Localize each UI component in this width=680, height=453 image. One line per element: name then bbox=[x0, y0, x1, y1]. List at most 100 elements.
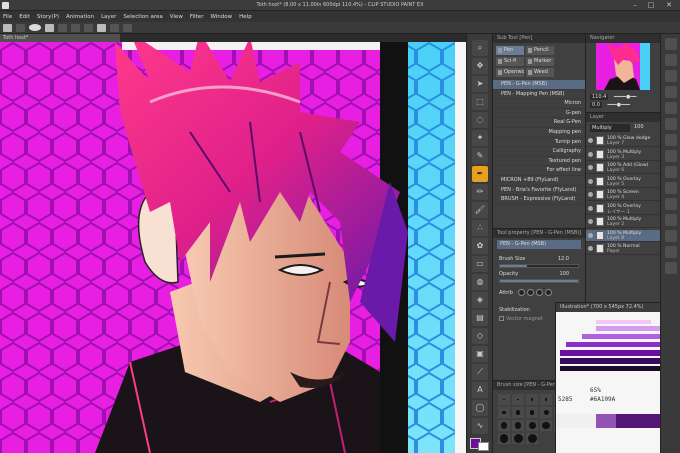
brush-item[interactable]: G-pen bbox=[493, 109, 585, 119]
opacity-slider[interactable] bbox=[499, 279, 579, 283]
decoration-tool-icon[interactable]: ✿ bbox=[472, 238, 488, 254]
panel-icon[interactable] bbox=[665, 54, 677, 66]
brush-size-preset[interactable] bbox=[540, 394, 552, 405]
pencil-tool-icon[interactable]: ✏ bbox=[472, 184, 488, 200]
correct-line-tool-icon[interactable]: ∿ bbox=[472, 418, 488, 434]
auto-select-tool-icon[interactable]: ✦ bbox=[472, 130, 488, 146]
sub-color-swatch[interactable] bbox=[478, 442, 489, 451]
menu-view[interactable]: View bbox=[170, 14, 183, 20]
navigator-preview[interactable] bbox=[596, 43, 650, 90]
close-button[interactable]: ✕ bbox=[662, 1, 676, 10]
menu-selection-area[interactable]: Selection area bbox=[123, 14, 162, 20]
undo-icon[interactable] bbox=[71, 23, 80, 32]
brush-size-preset[interactable] bbox=[526, 420, 538, 431]
brush-size-preset[interactable] bbox=[498, 433, 510, 444]
layer-row[interactable]: 100 % Normal Paper bbox=[586, 243, 661, 255]
attrib-dot-icon[interactable] bbox=[518, 289, 526, 296]
subtool-tab-scifi[interactable]: Sci-fi bbox=[496, 57, 524, 66]
subtool-tab-marker[interactable]: Marker bbox=[526, 57, 554, 66]
brush-size-preset[interactable] bbox=[526, 394, 538, 405]
fill-icon[interactable] bbox=[123, 23, 132, 32]
eye-icon[interactable] bbox=[588, 205, 593, 211]
select-tool-icon[interactable]: ⬚ bbox=[472, 94, 488, 110]
eye-icon[interactable] bbox=[588, 232, 593, 238]
panel-icon[interactable] bbox=[665, 134, 677, 146]
pen-tool-icon[interactable]: ✒ bbox=[472, 166, 488, 182]
layer-row[interactable]: 100 % Multiply Layer 2 bbox=[586, 216, 661, 228]
panel-icon[interactable] bbox=[665, 198, 677, 210]
panel-icon[interactable] bbox=[665, 70, 677, 82]
save-icon[interactable] bbox=[58, 23, 67, 32]
brush-tool-icon[interactable]: 🖌 bbox=[472, 202, 488, 218]
subtool-tab-weed[interactable]: Weed bbox=[526, 68, 554, 77]
brush-item[interactable]: For effect line bbox=[493, 166, 585, 176]
layer-row[interactable]: 100 % Add (Glow) Layer 6 bbox=[586, 162, 661, 174]
minimize-button[interactable]: – bbox=[628, 1, 642, 10]
brush-size-preset[interactable] bbox=[512, 433, 524, 444]
layer-row[interactable]: 100 % Overlay レイヤー 1 bbox=[586, 203, 661, 215]
open-file-icon[interactable] bbox=[45, 23, 54, 32]
brush-item[interactable]: PEN - Bria's Favorite (FlyLand) bbox=[493, 186, 585, 196]
layer-row[interactable]: 100 % Overlay Layer 5 bbox=[586, 176, 661, 188]
zoom-value[interactable]: 110.4 bbox=[590, 94, 609, 100]
dropdown-icon[interactable] bbox=[16, 23, 25, 32]
panel-icon[interactable] bbox=[665, 166, 677, 178]
eye-icon[interactable] bbox=[588, 138, 593, 143]
new-file-icon[interactable] bbox=[3, 23, 12, 32]
brush-size-slider[interactable] bbox=[499, 264, 579, 268]
eye-icon[interactable] bbox=[588, 192, 593, 197]
subtool-tab-openwork[interactable]: Openwork bbox=[496, 68, 524, 77]
airbrush-tool-icon[interactable]: ∴ bbox=[472, 220, 488, 236]
eye-icon[interactable] bbox=[588, 219, 593, 224]
panel-icon[interactable] bbox=[665, 150, 677, 162]
brush-item[interactable]: Turnip pen bbox=[493, 138, 585, 148]
eye-icon[interactable] bbox=[588, 151, 593, 157]
zoom-tool-icon[interactable]: ⌕ bbox=[472, 40, 488, 56]
panel-icon[interactable] bbox=[665, 230, 677, 242]
brush-item[interactable]: Real G-Pen bbox=[493, 118, 585, 128]
balloon-tool-icon[interactable]: ◯ bbox=[472, 400, 488, 416]
brush-item[interactable]: PEN - Mapping Pen (MSB) bbox=[493, 90, 585, 100]
gradient-tool-icon[interactable]: ▤ bbox=[472, 310, 488, 326]
view-eye-icon[interactable] bbox=[29, 24, 41, 31]
menu-layer[interactable]: Layer bbox=[101, 14, 116, 20]
operation-tool-icon[interactable]: ➤ bbox=[472, 76, 488, 92]
blend-tool-icon[interactable]: ◍ bbox=[472, 274, 488, 290]
panel-icon[interactable] bbox=[665, 182, 677, 194]
ruler-tool-icon[interactable]: ⟋ bbox=[472, 364, 488, 380]
layer-opacity-value[interactable]: 100 bbox=[634, 124, 644, 130]
menu-animation[interactable]: Animation bbox=[66, 14, 94, 20]
subtool-tab-pen[interactable]: Pen bbox=[496, 46, 524, 55]
subtool-tab-pencil[interactable]: Pencil bbox=[526, 46, 554, 55]
menu-file[interactable]: File bbox=[3, 14, 12, 20]
panel-icon[interactable] bbox=[665, 246, 677, 258]
attrib-dot-icon[interactable] bbox=[545, 289, 553, 296]
panel-icon[interactable] bbox=[665, 262, 677, 274]
opacity-value[interactable]: 100 bbox=[559, 270, 569, 279]
angle-value[interactable]: 0.0 bbox=[590, 102, 602, 108]
brush-size-value[interactable]: 12.0 bbox=[558, 255, 569, 264]
illustration-window[interactable]: Illustration* (700 x 545px 72.4%) 65% #6… bbox=[555, 302, 660, 453]
frame-tool-icon[interactable]: ▣ bbox=[472, 346, 488, 362]
rotate-slider-icon[interactable]: ━━━●━━━ bbox=[608, 102, 630, 108]
move-tool-icon[interactable]: ✥ bbox=[472, 58, 488, 74]
brush-size-preset[interactable] bbox=[498, 407, 510, 418]
eye-icon[interactable] bbox=[588, 178, 593, 184]
brush-size-preset[interactable] bbox=[512, 420, 524, 431]
menu-help[interactable]: Help bbox=[239, 14, 252, 20]
brush-size-preset[interactable] bbox=[540, 420, 552, 431]
panel-icon[interactable] bbox=[665, 86, 677, 98]
eye-icon[interactable] bbox=[588, 165, 593, 170]
canvas-tab[interactable]: Toth host* bbox=[0, 34, 120, 42]
brush-item[interactable]: Micron bbox=[493, 99, 585, 109]
drawing-canvas[interactable] bbox=[0, 42, 466, 453]
maximize-button[interactable]: □ bbox=[644, 1, 658, 10]
brush-item[interactable]: Mapping pen bbox=[493, 128, 585, 138]
brush-item[interactable]: BRUSH - Expressive (FlyLand) bbox=[493, 195, 585, 205]
attrib-dot-icon[interactable] bbox=[536, 289, 544, 296]
brush-size-preset[interactable] bbox=[498, 394, 510, 405]
menu-story[interactable]: Story(P) bbox=[37, 14, 59, 20]
brush-size-preset[interactable] bbox=[512, 394, 524, 405]
blend-mode-select[interactable]: Multiply bbox=[590, 124, 630, 132]
brush-item[interactable]: Textured pen bbox=[493, 157, 585, 167]
